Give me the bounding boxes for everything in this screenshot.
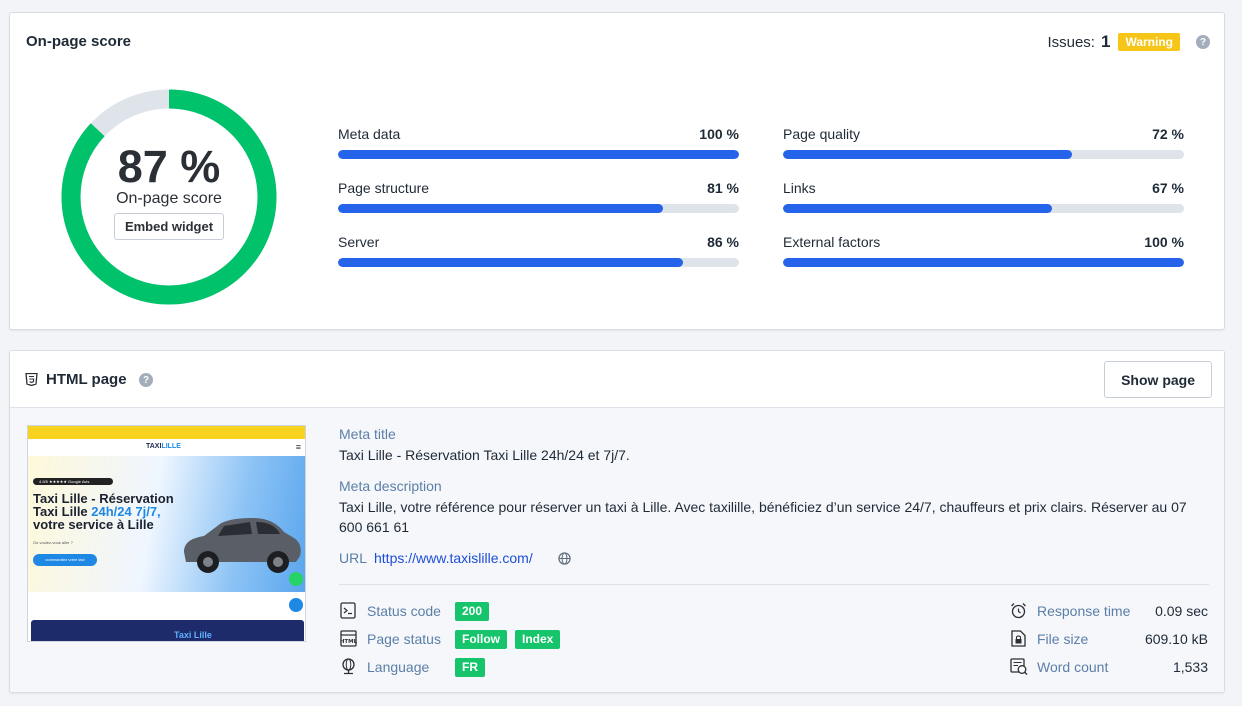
index-badge: Index [515, 630, 561, 649]
language-label: Language [367, 659, 430, 675]
show-page-button[interactable]: Show page [1104, 361, 1212, 398]
meta-description-label: Meta description [339, 478, 442, 494]
metric-name: Meta data [338, 126, 401, 142]
metric-name: Page quality [783, 126, 861, 142]
url-label: URL [339, 550, 368, 566]
thumbnail-hero: 4.9/5 ★★★★★ Google Avis Taxi Lille - Rés… [28, 456, 305, 592]
status-code-label: Status code [367, 603, 441, 619]
html-page-card: HTML page ? Show page TAXILILLE ≡ 4.9/5 … [9, 350, 1225, 693]
file-size-value: 609.10 kB [1144, 631, 1208, 647]
metric-value: 81 % [707, 180, 739, 196]
card-header: HTML page ? Show page [10, 351, 1224, 408]
alarm-clock-icon [1011, 603, 1026, 619]
thumbnail-question: Où voulez-vous aller ? [33, 540, 73, 545]
progress-bar [338, 204, 739, 213]
divider [339, 584, 1209, 585]
word-count-icon [1010, 658, 1028, 675]
on-page-score-card: On-page score Issues: 1 Warning ? 87 % O… [9, 12, 1225, 330]
url-link[interactable]: https://www.taxislille.com/ [374, 550, 533, 566]
html-file-icon: HTML [340, 630, 357, 647]
issues-summary: Issues: 1 Warning [1047, 32, 1180, 52]
score-donut: 87 % On-page score Embed widget [58, 86, 280, 308]
hamburger-icon: ≡ [295, 442, 301, 452]
metric-server: Server 86 % [338, 234, 739, 267]
progress-bar [783, 258, 1184, 267]
card-title: HTML page [46, 371, 127, 388]
help-icon[interactable]: ? [139, 373, 153, 387]
meta-description-value: Taxi Lille, votre référence pour réserve… [339, 499, 1187, 535]
help-icon[interactable]: ? [1196, 35, 1210, 49]
page-status-label: Page status [367, 631, 441, 647]
phone-icon [289, 598, 303, 612]
score-value: 87 % [117, 141, 221, 192]
metric-external-factors: External factors 100 % [783, 234, 1184, 267]
html-page-details: TAXILILLE ≡ 4.9/5 ★★★★★ Google Avis Taxi… [10, 408, 1224, 692]
thumbnail-logo: TAXILILLE [146, 443, 181, 450]
globe-icon[interactable] [558, 552, 571, 565]
svg-text:HTML: HTML [340, 639, 357, 645]
file-lock-icon [1011, 630, 1026, 647]
metric-name: External factors [783, 234, 881, 250]
issues-label: Issues: [1047, 33, 1095, 51]
status-code-badge: 200 [455, 602, 490, 621]
metric-value: 72 % [1152, 126, 1184, 142]
metric-value: 67 % [1152, 180, 1184, 196]
embed-widget-button[interactable]: Embed widget [113, 213, 225, 240]
metric-value: 86 % [707, 234, 739, 250]
file-size-label: File size [1037, 631, 1089, 647]
metric-page-quality: Page quality 72 % [783, 126, 1184, 159]
terminal-icon [340, 602, 356, 619]
progress-fill [338, 204, 663, 213]
word-count-value: 1,533 [1172, 659, 1208, 675]
thumbnail-dark-section [31, 620, 304, 641]
metric-name: Links [783, 180, 816, 196]
metric-meta-data: Meta data 100 % [338, 126, 739, 159]
meta-title-label: Meta title [339, 426, 396, 442]
metric-links: Links 67 % [783, 180, 1184, 213]
progress-bar [338, 258, 739, 267]
warning-badge[interactable]: Warning [1118, 33, 1180, 51]
thumbnail-cta: commandez votre taxi [33, 554, 97, 566]
metric-value: 100 % [1144, 234, 1184, 250]
issues-count: 1 [1100, 32, 1111, 51]
language-globe-icon [342, 658, 355, 675]
car-icon [184, 518, 301, 573]
word-count-label: Word count [1037, 659, 1109, 675]
progress-bar [783, 150, 1184, 159]
card-title: On-page score [26, 33, 132, 50]
metric-name: Page structure [338, 180, 430, 196]
thumbnail-topbar [28, 426, 305, 439]
progress-fill [783, 204, 1052, 213]
progress-fill [338, 150, 739, 159]
thumbnail-headline: Taxi Lille - Réservation Taxi Lille 24h/… [33, 491, 174, 532]
progress-fill [338, 258, 683, 267]
rating-pill: 4.9/5 ★★★★★ Google Avis [33, 478, 113, 485]
thumbnail-dark-title: Taxi Lille [174, 630, 212, 640]
progress-fill [783, 150, 1072, 159]
page-screenshot-thumbnail[interactable]: TAXILILLE ≡ 4.9/5 ★★★★★ Google Avis Taxi… [27, 425, 306, 642]
meta-title-value: Taxi Lille - Réservation Taxi Lille 24h/… [339, 447, 630, 463]
metric-value: 100 % [699, 126, 739, 142]
follow-badge: Follow [455, 630, 507, 649]
response-time-value: 0.09 sec [1155, 603, 1208, 619]
score-label: On-page score [116, 190, 222, 207]
metric-name: Server [338, 234, 380, 250]
progress-bar [783, 204, 1184, 213]
language-badge: FR [455, 658, 485, 677]
html5-icon [25, 373, 38, 386]
metric-page-structure: Page structure 81 % [338, 180, 739, 213]
whatsapp-icon [289, 572, 303, 586]
progress-fill [783, 258, 1184, 267]
progress-bar [338, 150, 739, 159]
